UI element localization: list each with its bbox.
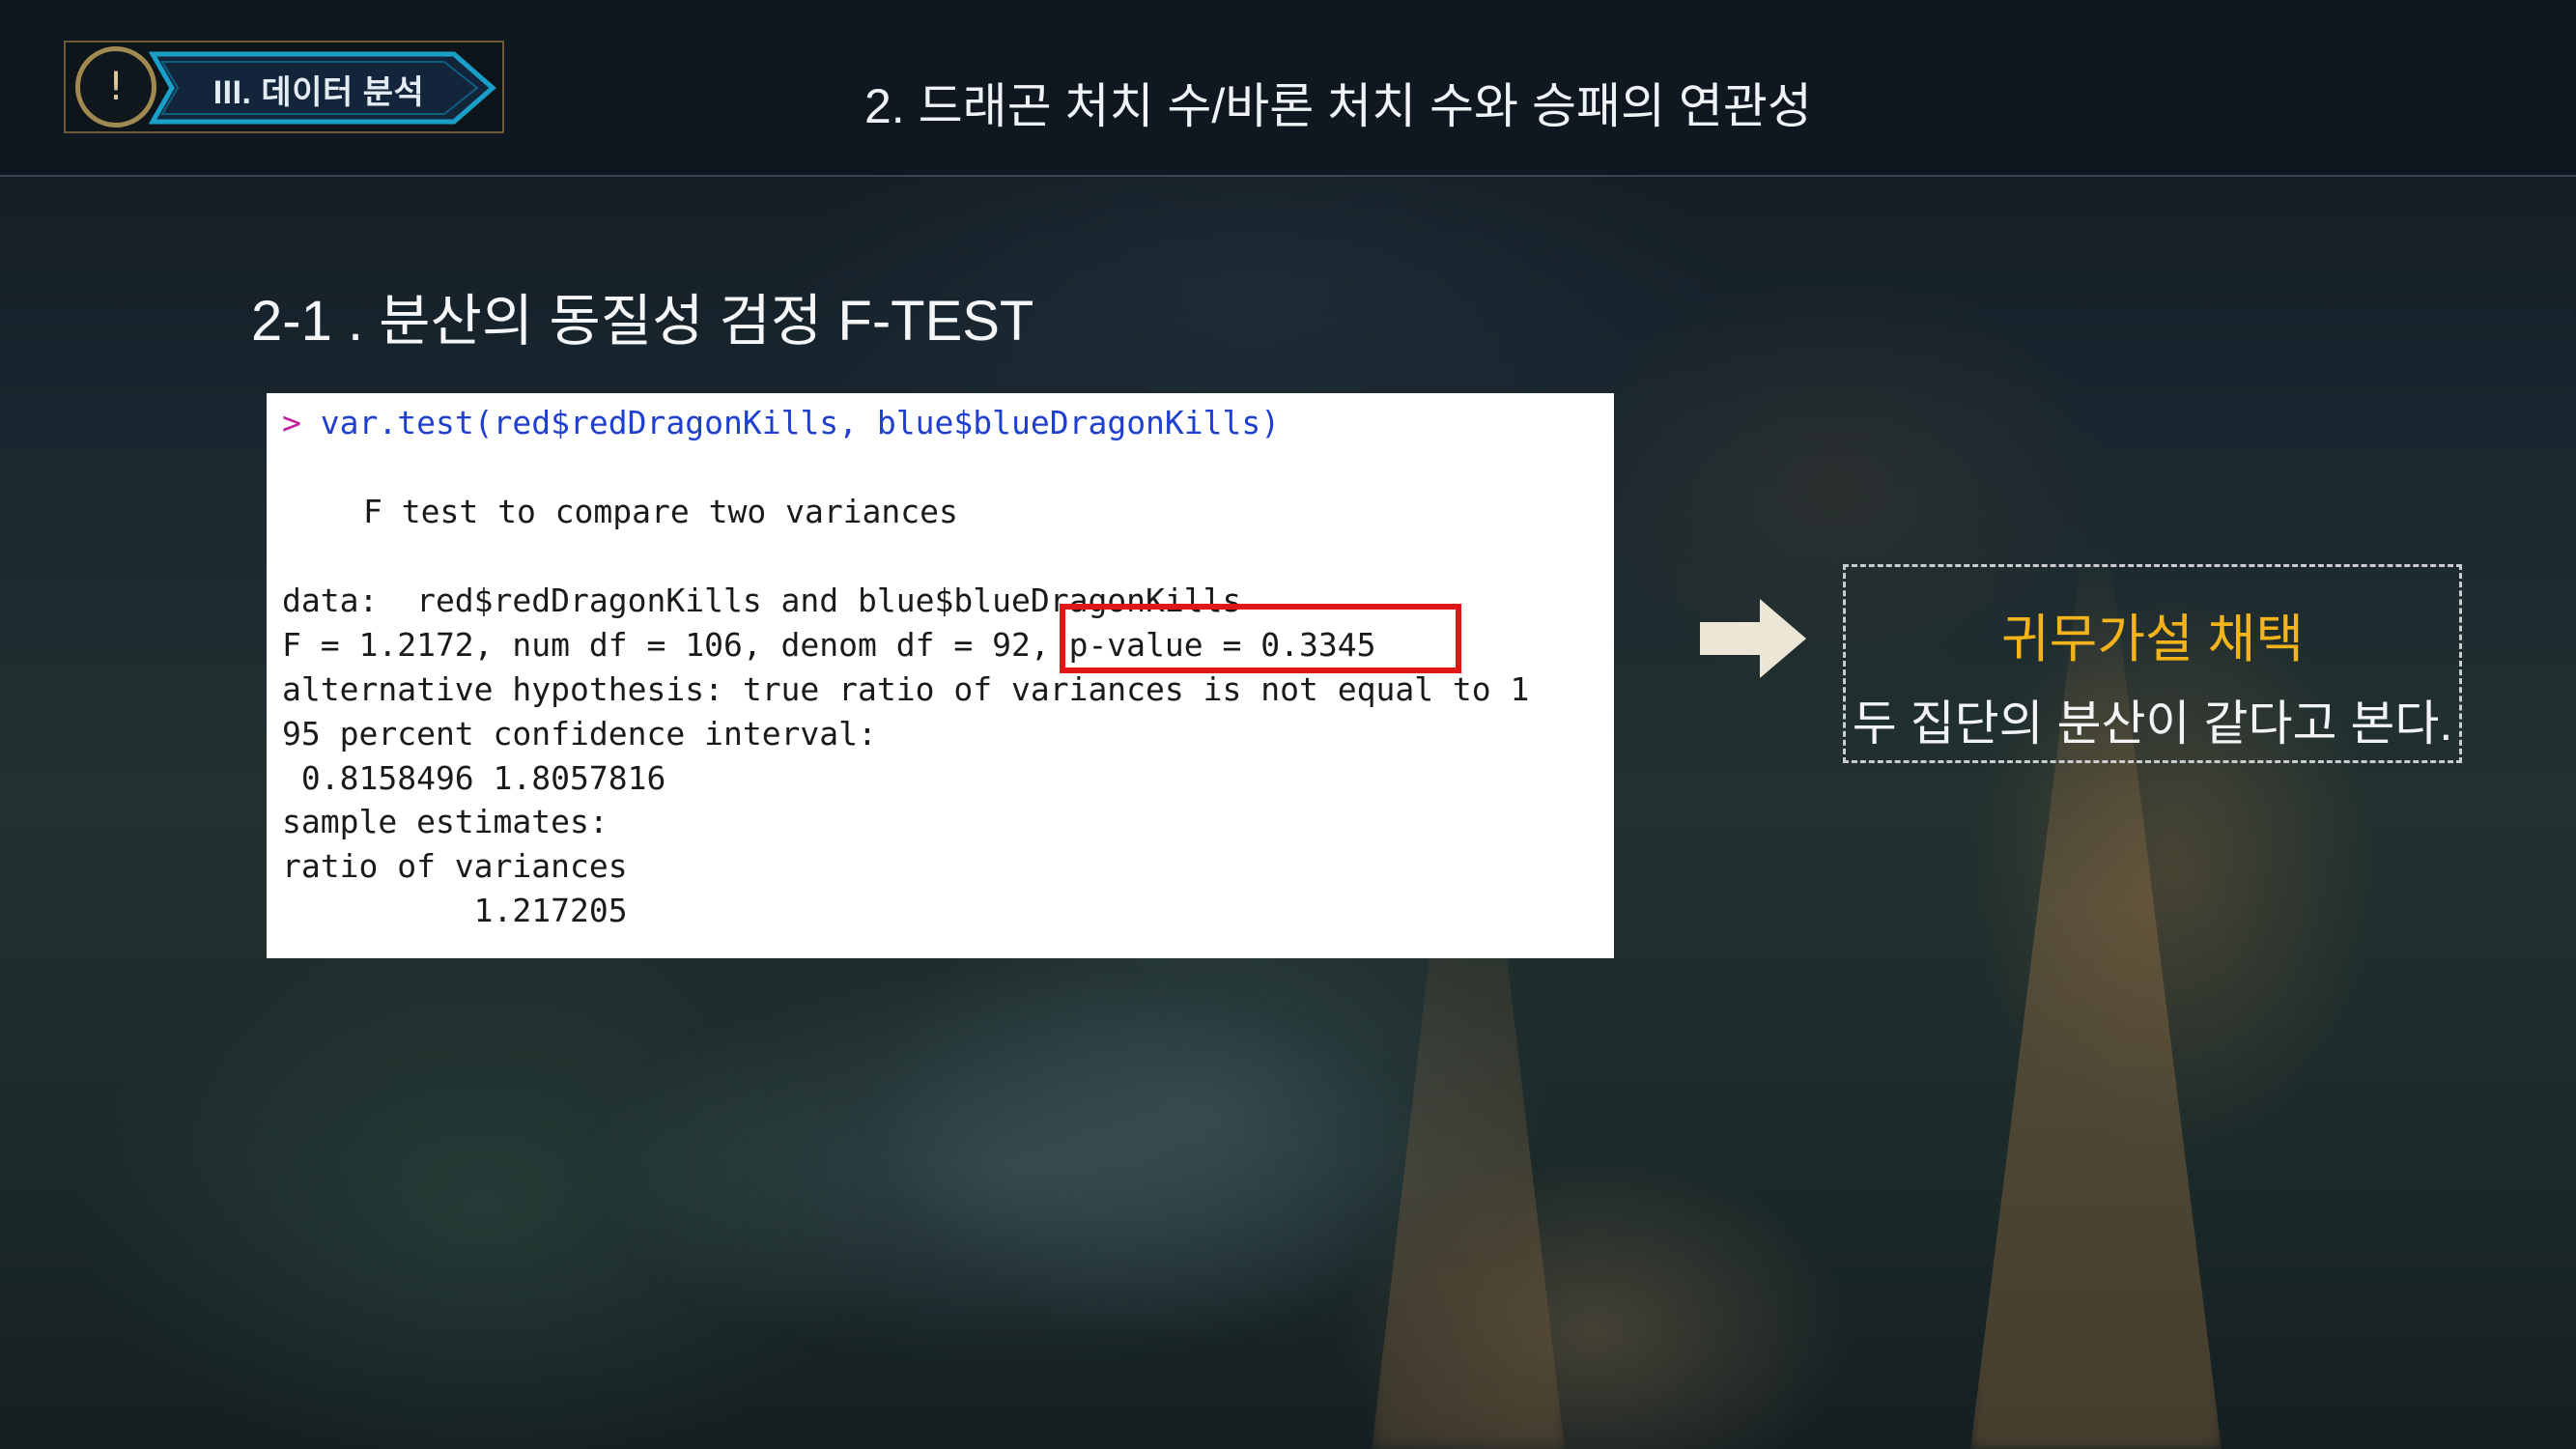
section-badge: ! III. 데이터 분석: [64, 41, 504, 133]
console-alt-hypothesis: alternative hypothesis: true ratio of va…: [282, 670, 1530, 708]
r-console-output: > var.test(red$redDragonKills, blue$blue…: [267, 393, 1614, 958]
section-badge-label: III. 데이터 분석: [212, 74, 425, 111]
console-ci-label: 95 percent confidence interval:: [282, 715, 877, 753]
page-title: 2. 드래곤 처치 수/바론 처치 수와 승패의 연관성: [864, 79, 1812, 133]
console-ratio-label: ratio of variances: [282, 847, 628, 885]
conclusion-title: 귀무가설 채택: [2000, 611, 2305, 668]
console-ratio-value: 1.217205: [282, 892, 628, 929]
console-test-title: F test to compare two variances: [363, 493, 958, 530]
header-divider: [0, 175, 2576, 177]
console-ci-values: 0.8158496 1.8057816: [282, 759, 666, 797]
console-command: var.test(red$redDragonKills, blue$blueDr…: [320, 404, 1281, 441]
exclamation-icon: !: [75, 46, 156, 128]
right-arrow-icon: [1700, 599, 1806, 678]
conclusion-body: 두 집단의 분산이 같다고 본다.: [1852, 696, 2453, 751]
section-heading: 2-1 . 분산의 동질성 검정 F-TEST: [251, 290, 1034, 353]
conclusion-box: 귀무가설 채택 두 집단의 분산이 같다고 본다.: [1843, 564, 2462, 763]
console-command-line: > var.test(red$redDragonKills, blue$blue…: [282, 407, 1280, 439]
console-prompt: >: [282, 404, 301, 441]
console-estimates-label: sample estimates:: [282, 803, 609, 840]
p-value-highlight: [1060, 604, 1461, 673]
